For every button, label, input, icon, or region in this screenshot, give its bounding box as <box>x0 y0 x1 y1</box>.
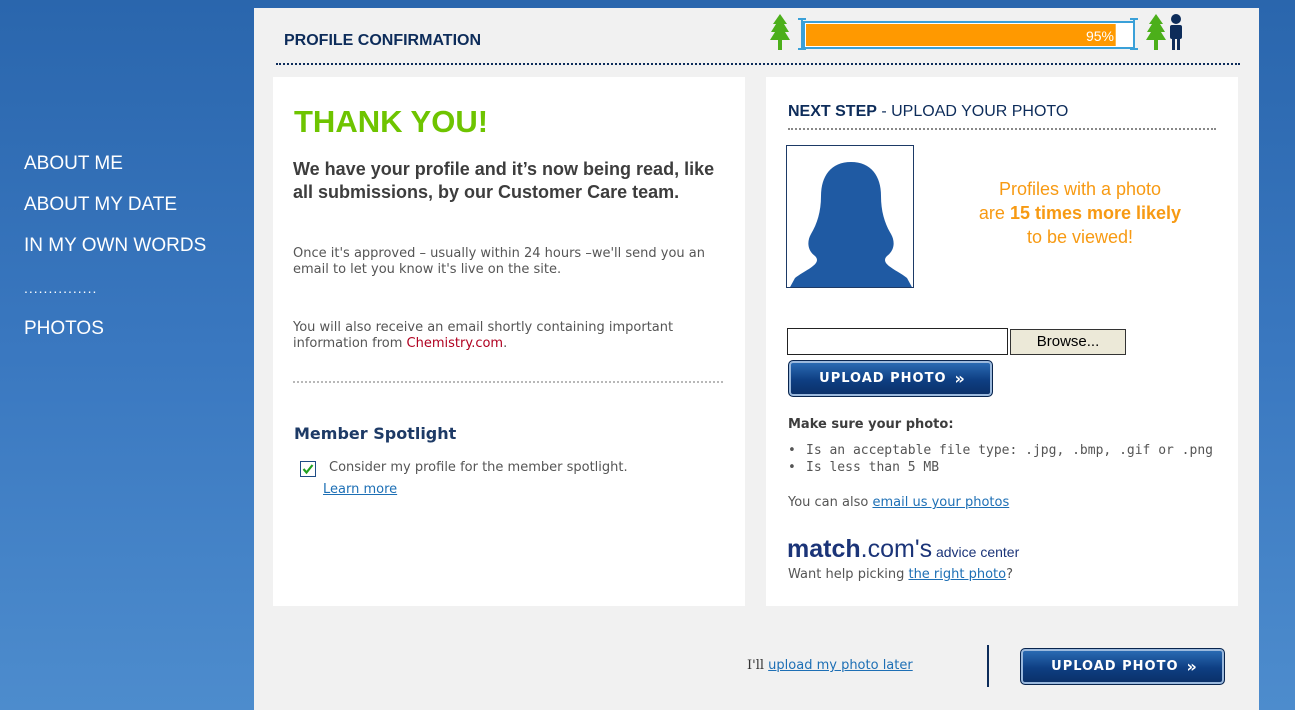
person-icon <box>1170 14 1182 50</box>
approval-info: Once it's approved – usually within 24 h… <box>293 246 705 277</box>
promo-line-3: to be viewed! <box>1026 227 1134 247</box>
confirmation-lead: We have your profile and it’s now being … <box>293 159 715 202</box>
sidebar-separator: ............... <box>24 280 98 296</box>
spotlight-checkbox[interactable] <box>300 461 316 477</box>
photo-help-line: Want help picking the right photo? <box>788 567 1013 582</box>
upload-photo-footer-button[interactable]: UPLOAD PHOTO » <box>1020 648 1225 685</box>
spotlight-checkbox-label: Consider my profile for the member spotl… <box>329 460 628 475</box>
tree-icon <box>1146 14 1166 50</box>
email-info: You will also receive an email shortly c… <box>293 320 733 352</box>
email-photos-line: You can also email us your photos <box>788 495 1009 510</box>
sidebar-item-photos[interactable]: PHOTOS <box>24 317 254 358</box>
right-photo-link[interactable]: the right photo <box>908 567 1006 582</box>
next-step-heading: NEXT STEP - UPLOAD YOUR PHOTO <box>788 103 1068 121</box>
upload-photo-button[interactable]: UPLOAD PHOTO » <box>788 360 993 397</box>
match-logo-brand: match <box>787 535 861 563</box>
photo-file-input[interactable] <box>787 328 1008 355</box>
right-divider <box>788 128 1216 130</box>
upload-photo-label: UPLOAD PHOTO <box>819 371 947 386</box>
upload-later-prefix: I'll <box>747 658 769 673</box>
next-step-rest: - UPLOAD YOUR PHOTO <box>876 103 1069 120</box>
promo-highlight: 15 times more likely <box>1009 203 1182 223</box>
photo-help-text: Want help picking <box>788 567 909 582</box>
page-title: PROFILE CONFIRMATION <box>284 32 482 49</box>
profile-progress-bar: 95% <box>770 14 1182 50</box>
tree-icon <box>770 14 790 50</box>
upload-later-link[interactable]: upload my photo later <box>768 658 913 673</box>
match-advice-center-logo: match.com's advice center <box>787 535 1019 564</box>
checkmark-icon <box>302 464 314 475</box>
match-logo-advice: advice center <box>932 544 1020 560</box>
photo-promo-text: Profiles with a photo are 15 times more … <box>930 177 1230 249</box>
double-chevron-right-icon: » <box>954 369 965 388</box>
progress-fill <box>806 24 1116 46</box>
sidebar-nav: ABOUT ME ABOUT MY DATE IN MY OWN WORDS .… <box>24 152 254 358</box>
list-item: Is an acceptable file type: .jpg, .bmp, … <box>788 442 1213 459</box>
promo-line-1: Profiles with a photo <box>998 179 1162 199</box>
match-logo-com: .com's <box>860 535 933 563</box>
list-item: Is less than 5 MB <box>788 459 1213 476</box>
member-spotlight-heading: Member Spotlight <box>294 424 457 443</box>
sidebar-item-about-me[interactable]: ABOUT ME <box>24 152 254 193</box>
female-silhouette-icon <box>790 162 912 287</box>
progress-label: 95% <box>1086 28 1114 44</box>
browse-button[interactable]: Browse... <box>1010 329 1126 355</box>
title-divider <box>276 63 1240 65</box>
email-info-end: . <box>503 336 508 351</box>
upload-photo-footer-label: UPLOAD PHOTO <box>1051 659 1179 674</box>
photo-requirements-list: Is an acceptable file type: .jpg, .bmp, … <box>788 442 1213 476</box>
sidebar-item-in-my-own-words[interactable]: IN MY OWN WORDS <box>24 234 254 275</box>
photo-requirements-heading: Make sure your photo: <box>788 417 954 432</box>
sidebar-item-about-my-date[interactable]: ABOUT MY DATE <box>24 193 254 234</box>
learn-more-link[interactable]: Learn more <box>323 482 397 497</box>
left-divider <box>293 381 723 383</box>
footer-divider <box>987 645 989 687</box>
chemistry-brand-text: Chemistry.com <box>406 336 504 351</box>
photo-placeholder <box>786 145 914 288</box>
email-photos-text: You can also <box>788 495 873 510</box>
double-chevron-right-icon: » <box>1186 657 1197 676</box>
photo-help-end: ? <box>1006 567 1014 582</box>
email-us-photos-link[interactable]: email us your photos <box>872 495 1009 510</box>
upload-later-line: I'll upload my photo later <box>747 658 913 673</box>
next-step-bold: NEXT STEP <box>788 103 877 120</box>
promo-line-2-pre: are <box>978 203 1010 223</box>
promo-line-2: are 15 times more likely <box>930 201 1230 225</box>
thank-you-heading: THANK YOU! <box>294 104 489 139</box>
